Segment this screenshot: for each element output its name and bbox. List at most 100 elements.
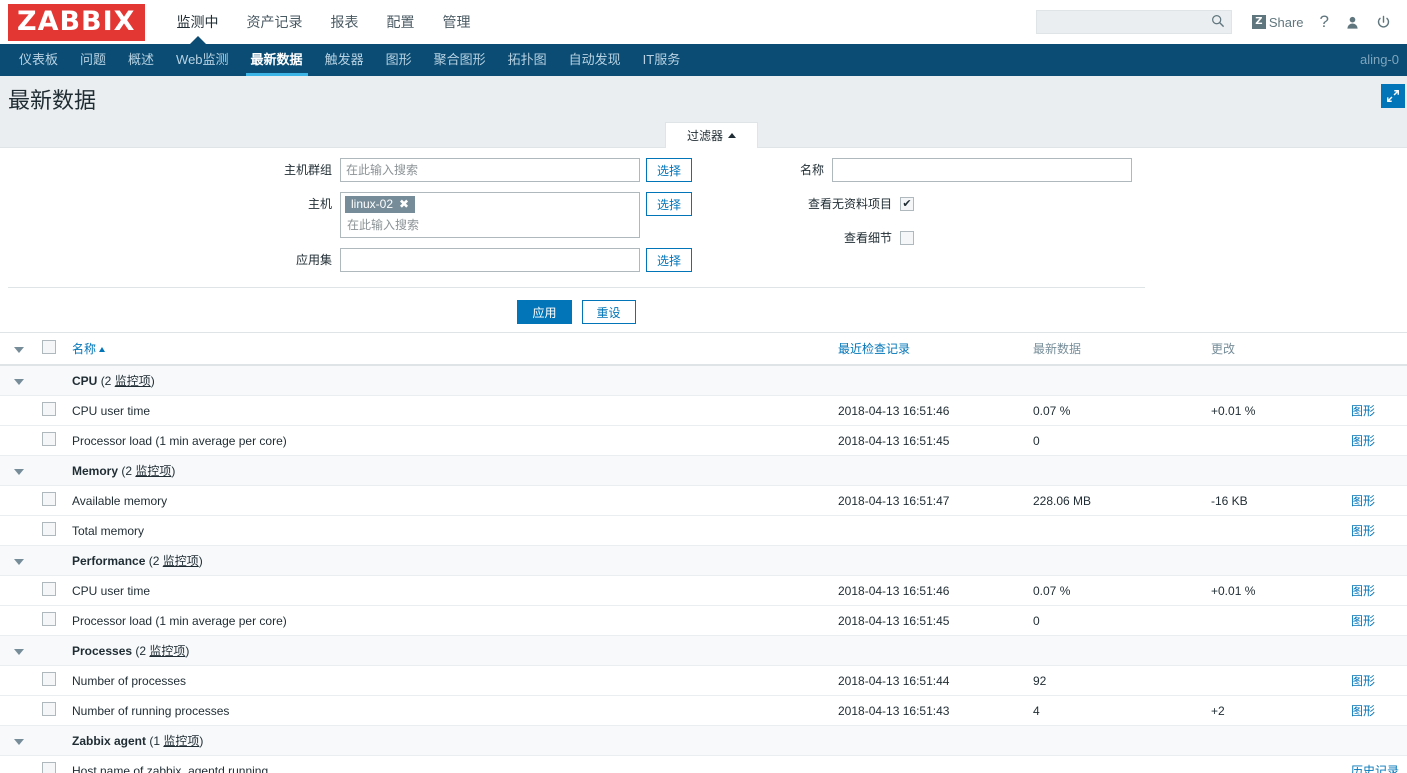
help-button[interactable]: ?	[1312, 7, 1337, 37]
application-group-row[interactable]: Memory (2 监控项)	[0, 455, 1407, 486]
row-checkbox[interactable]	[42, 492, 56, 506]
row-checkbox-cell[interactable]	[38, 425, 68, 456]
item-action-link[interactable]: 图形	[1351, 674, 1375, 688]
row-checkbox[interactable]	[42, 582, 56, 596]
apply-button[interactable]: 应用	[517, 300, 572, 324]
select-all-checkbox[interactable]	[42, 340, 56, 354]
host-tag-linux-02[interactable]: linux-02 ✖	[345, 196, 416, 213]
filter-divider	[8, 287, 1145, 288]
item-action-link[interactable]: 历史记录	[1351, 764, 1399, 773]
subnav-item-maps[interactable]: 拓扑图	[497, 44, 558, 76]
row-checkbox-cell[interactable]	[38, 605, 68, 636]
item-action-link[interactable]: 图形	[1351, 494, 1375, 508]
subnav-item-web[interactable]: Web监测	[165, 44, 240, 76]
main-nav-administration[interactable]: 管理	[429, 0, 485, 44]
sort-by-last-check-link[interactable]: 最近检查记录	[838, 342, 910, 356]
collapse-all-icon[interactable]	[14, 346, 24, 353]
item-action-link[interactable]: 图形	[1351, 704, 1375, 718]
host-multiselect[interactable]: linux-02 ✖ 在此输入搜索	[340, 192, 640, 238]
subnav-item-triggers[interactable]: 触发器	[314, 44, 375, 76]
logout-button[interactable]	[1368, 7, 1399, 37]
row-checkbox-cell[interactable]	[38, 485, 68, 516]
subnav-item-screens[interactable]: 聚合图形	[423, 44, 497, 76]
group-name-cell: CPU (2 监控项)	[68, 365, 834, 396]
item-action-link[interactable]: 图形	[1351, 584, 1375, 598]
chevron-down-icon[interactable]	[14, 738, 24, 745]
row-checkbox[interactable]	[42, 402, 56, 416]
host-select-button[interactable]: 选择	[646, 192, 692, 216]
row-checkbox[interactable]	[42, 432, 56, 446]
kiosk-mode-button[interactable]	[1381, 84, 1405, 108]
chevron-down-icon[interactable]	[14, 558, 24, 565]
item-action-link[interactable]: 图形	[1351, 524, 1375, 538]
show-without-data-checkbox[interactable]: ✔	[900, 197, 914, 211]
item-action-link[interactable]: 图形	[1351, 434, 1375, 448]
main-nav-monitoring[interactable]: 监测中	[163, 0, 233, 45]
host-group-input[interactable]	[340, 158, 640, 182]
item-action-link[interactable]: 图形	[1351, 404, 1375, 418]
item-action-link[interactable]: 图形	[1351, 614, 1375, 628]
application-select-button[interactable]: 选择	[646, 248, 692, 272]
subnav-item-it-services[interactable]: IT服务	[632, 44, 692, 76]
host-group-select-button[interactable]: 选择	[646, 158, 692, 182]
item-last-check-cell: 2018-04-13 16:51:46	[834, 575, 1029, 606]
row-checkbox-cell[interactable]	[38, 665, 68, 696]
select-all-header[interactable]	[38, 333, 68, 366]
remove-icon[interactable]: ✖	[399, 197, 409, 211]
subnav-item-graphs[interactable]: 图形	[375, 44, 423, 76]
application-group-row[interactable]: Performance (2 监控项)	[0, 545, 1407, 576]
row-checkbox[interactable]	[42, 522, 56, 536]
subnav-item-overview[interactable]: 概述	[117, 44, 165, 76]
group-item-count: (1 监控项)	[149, 734, 204, 748]
chevron-down-icon[interactable]	[14, 468, 24, 475]
row-checkbox-cell[interactable]	[38, 515, 68, 546]
zabbix-logo[interactable]: ZABBIX	[8, 3, 145, 41]
row-checkbox-cell[interactable]	[38, 755, 68, 773]
column-header-last-check[interactable]: 最近检查记录	[834, 333, 1029, 366]
row-checkbox-cell[interactable]	[38, 395, 68, 426]
subnav-item-latest-data[interactable]: 最新数据	[240, 44, 314, 76]
row-checkbox[interactable]	[42, 702, 56, 716]
group-toggle-cell[interactable]	[0, 455, 38, 486]
sort-ascending-icon	[99, 347, 106, 353]
application-group-row[interactable]: CPU (2 监控项)	[0, 365, 1407, 396]
column-header-name[interactable]: 名称	[68, 333, 834, 366]
item-name-cell: Total memory	[68, 515, 834, 546]
row-checkbox-cell[interactable]	[38, 575, 68, 606]
group-toggle-cell[interactable]	[0, 545, 38, 576]
subnav-item-problems[interactable]: 问题	[69, 44, 117, 76]
group-toggle-cell[interactable]	[0, 635, 38, 666]
table-row: CPU user time 2018-04-13 16:51:46 0.07 % +0…	[0, 575, 1407, 606]
row-checkbox[interactable]	[42, 612, 56, 626]
name-input[interactable]	[832, 158, 1132, 182]
chevron-down-icon[interactable]	[14, 648, 24, 655]
main-nav-reports[interactable]: 报表	[317, 0, 373, 44]
search-icon[interactable]	[1211, 14, 1225, 31]
application-group-row[interactable]: Zabbix agent (1 监控项)	[0, 725, 1407, 756]
item-action-cell: 图形	[1347, 665, 1407, 696]
expand-all-header[interactable]	[0, 333, 38, 366]
main-nav-inventory[interactable]: 资产记录	[233, 0, 317, 44]
global-search[interactable]	[1035, 10, 1232, 34]
application-group-row[interactable]: Processes (2 监控项)	[0, 635, 1407, 666]
row-checkbox[interactable]	[42, 762, 56, 773]
sort-by-name-link[interactable]: 名称	[72, 342, 96, 356]
search-input[interactable]	[1044, 14, 1211, 30]
item-change-cell	[1207, 605, 1347, 636]
subnav-item-dashboard[interactable]: 仪表板	[8, 44, 69, 76]
row-checkbox-cell[interactable]	[38, 695, 68, 726]
group-toggle-cell[interactable]	[0, 725, 38, 756]
reset-button[interactable]: 重设	[581, 300, 636, 324]
group-change-cell	[1207, 365, 1347, 396]
filter-tab[interactable]: 过滤器	[665, 122, 758, 148]
host-search-placeholder[interactable]: 在此输入搜索	[345, 213, 635, 233]
application-input[interactable]	[340, 248, 640, 272]
subnav-item-discovery[interactable]: 自动发现	[558, 44, 632, 76]
share-button[interactable]: Z Share	[1244, 7, 1312, 37]
user-profile-button[interactable]	[1337, 7, 1368, 37]
chevron-down-icon[interactable]	[14, 378, 24, 385]
group-toggle-cell[interactable]	[0, 365, 38, 396]
row-checkbox[interactable]	[42, 672, 56, 686]
show-details-checkbox[interactable]	[900, 231, 914, 245]
main-nav-configuration[interactable]: 配置	[373, 0, 429, 44]
